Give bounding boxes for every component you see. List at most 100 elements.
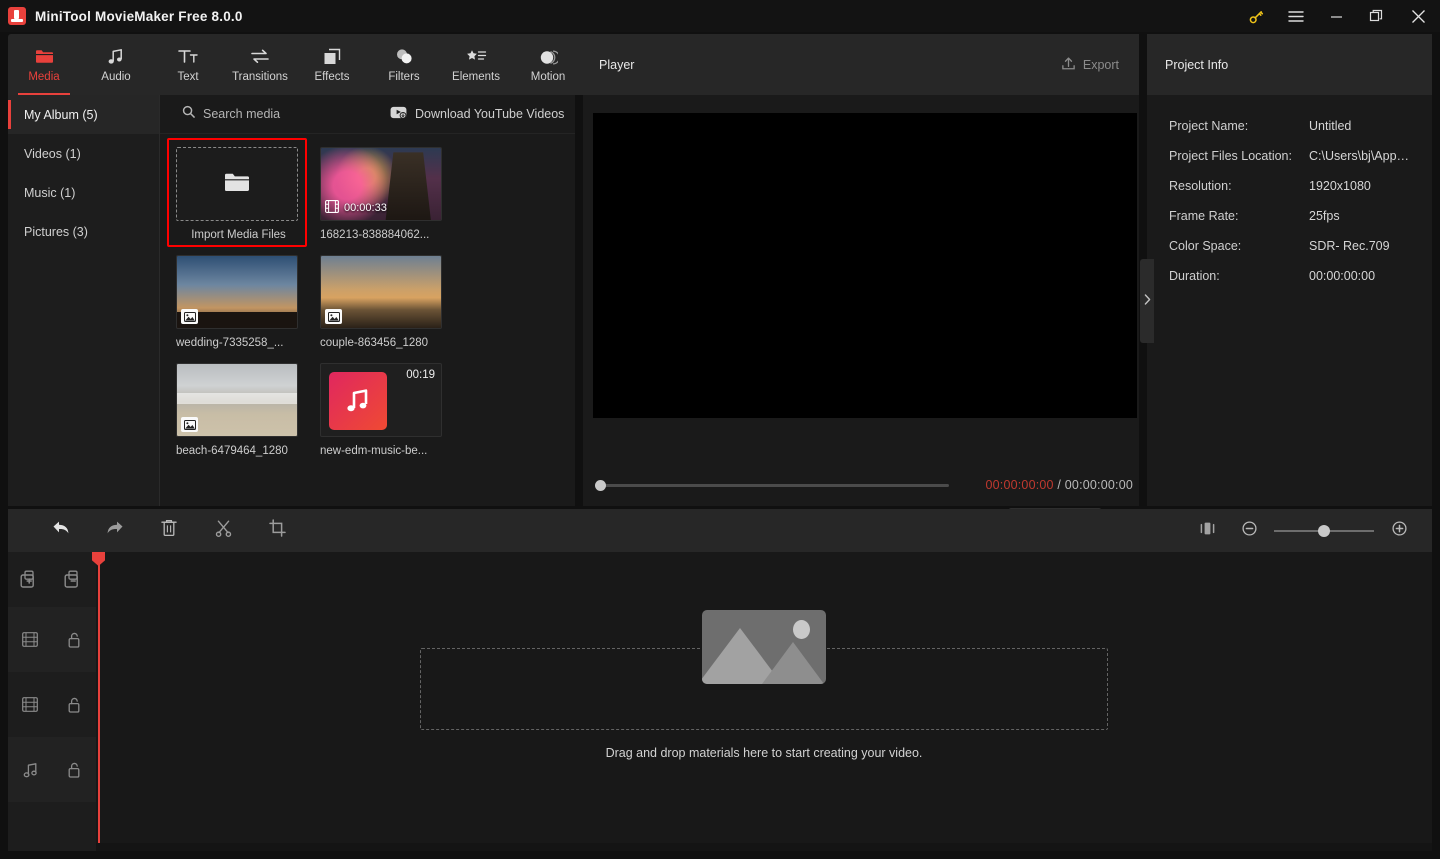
delete-button[interactable] — [142, 509, 196, 552]
effects-squares-icon — [323, 47, 341, 67]
tab-text[interactable]: Text — [152, 34, 224, 95]
zoom-out-button[interactable] — [1234, 509, 1264, 552]
media-item[interactable]: 00:00:33 168213-838884062... — [320, 147, 460, 241]
search-input[interactable] — [203, 107, 373, 121]
panel-collapse-handle[interactable] — [1140, 259, 1154, 343]
media-thumbnail-grid: Import Media Files 00:00:33 168213-83888 — [160, 134, 575, 506]
export-upload-icon — [1061, 56, 1076, 74]
video-duration-badge: 00:00:33 — [325, 200, 387, 216]
timeline-horizontal-scrollbar[interactable] — [96, 843, 1432, 851]
menu-icon[interactable] — [1276, 0, 1316, 32]
album-item-my-album[interactable]: My Album (5) — [8, 95, 159, 134]
unlock-icon[interactable] — [52, 762, 96, 778]
info-key: Resolution: — [1169, 179, 1232, 193]
tab-audio[interactable]: Audio — [80, 34, 152, 95]
progress-knob[interactable] — [595, 480, 606, 491]
tab-label: Media — [28, 70, 60, 83]
tab-label: Elements — [452, 70, 500, 83]
info-row: Project Name: Untitled — [1169, 111, 1432, 141]
tab-filters[interactable]: Filters — [368, 34, 440, 95]
unlock-icon[interactable] — [52, 697, 96, 713]
placeholder-sun — [793, 620, 810, 639]
import-media-cell[interactable]: Import Media Files — [167, 138, 316, 247]
media-thumbnail[interactable] — [320, 255, 442, 329]
film-strip-icon[interactable] — [8, 632, 52, 647]
track-header-controls — [8, 552, 96, 607]
tab-label: Filters — [388, 70, 420, 83]
tab-effects[interactable]: Effects — [296, 34, 368, 95]
undo-button[interactable] — [34, 509, 88, 552]
placeholder-mountain-right — [762, 642, 824, 684]
key-icon[interactable] — [1236, 0, 1276, 32]
media-thumbnail[interactable] — [176, 255, 298, 329]
timeline: Drag and drop materials here to start cr… — [8, 552, 1432, 851]
export-button[interactable]: Export — [1053, 51, 1127, 79]
export-label: Export — [1082, 57, 1119, 72]
filters-circles-icon — [395, 47, 414, 67]
media-thumbnail[interactable]: 00:19 — [320, 363, 442, 437]
add-track-icon[interactable] — [8, 570, 52, 590]
folder-import-icon — [224, 171, 250, 198]
audio-duration-badge: 00:19 — [406, 369, 435, 381]
chevron-right-icon — [1144, 294, 1151, 308]
import-drop-box[interactable] — [176, 147, 298, 221]
unlock-icon[interactable] — [52, 632, 96, 648]
zoom-knob[interactable] — [1318, 524, 1330, 537]
project-info-header: Project Info — [1147, 34, 1432, 95]
maximize-icon[interactable] — [1356, 0, 1396, 32]
redo-button[interactable] — [88, 509, 142, 552]
time-separator: / — [1057, 478, 1062, 492]
transitions-arrows-icon — [250, 47, 270, 67]
tab-label: Text — [177, 70, 199, 83]
album-item-pictures[interactable]: Pictures (3) — [8, 212, 159, 251]
download-youtube-label: Download YouTube Videos — [415, 107, 565, 121]
media-item-name: wedding-7335258_... — [176, 337, 284, 349]
media-thumbnail[interactable]: 00:00:33 — [320, 147, 442, 221]
tab-label: Audio — [101, 70, 131, 83]
timeline-drop-area[interactable]: Drag and drop materials here to start cr… — [96, 552, 1432, 851]
info-row: Resolution: 1920x1080 — [1169, 171, 1432, 201]
title-bar: MiniTool MovieMaker Free 8.0.0 — [0, 0, 1440, 32]
crop-button[interactable] — [250, 509, 304, 552]
video-preview-stage[interactable] — [593, 113, 1137, 418]
download-youtube-button[interactable]: Download YouTube Videos — [390, 106, 564, 122]
album-item-music[interactable]: Music (1) — [8, 173, 159, 212]
search-box[interactable] — [160, 105, 390, 123]
close-icon[interactable] — [1396, 0, 1440, 32]
media-item[interactable]: wedding-7335258_... — [176, 255, 316, 349]
info-key: Duration: — [1169, 269, 1220, 283]
media-thumbnail[interactable] — [176, 363, 298, 437]
zoom-in-button[interactable] — [1384, 509, 1414, 552]
tab-motion[interactable]: Motion — [512, 34, 584, 95]
film-strip-icon — [325, 200, 339, 216]
tab-media[interactable]: Media — [8, 34, 80, 95]
film-strip-icon[interactable] — [8, 697, 52, 712]
info-key: Project Files Location: — [1169, 149, 1292, 163]
album-label: Videos (1) — [24, 146, 81, 161]
player-timecode: 00:00:00:00 / 00:00:00:00 — [985, 478, 1133, 492]
tab-transitions[interactable]: Transitions — [224, 34, 296, 95]
image-placeholder-icon — [702, 610, 826, 684]
info-row: Duration: 00:00:00:00 — [1169, 261, 1432, 291]
drop-hint-text: Drag and drop materials here to start cr… — [605, 746, 923, 760]
motion-sphere-icon — [539, 47, 558, 67]
player-progress-slider[interactable] — [595, 478, 949, 494]
media-item[interactable]: beach-6479464_1280 — [176, 363, 316, 457]
media-content: Download YouTube Videos Import Media Fil… — [160, 95, 575, 506]
minimize-icon[interactable] — [1316, 0, 1356, 32]
info-value: 25fps — [1309, 209, 1340, 223]
tab-elements[interactable]: Elements — [440, 34, 512, 95]
remove-track-icon[interactable] — [52, 570, 96, 590]
music-note-icon — [329, 372, 387, 430]
media-item[interactable]: 00:19 new-edm-music-be... — [320, 363, 460, 457]
album-item-videos[interactable]: Videos (1) — [8, 134, 159, 173]
media-item[interactable]: couple-863456_1280 — [320, 255, 460, 349]
music-note-icon[interactable] — [8, 762, 52, 778]
album-label: Music (1) — [24, 185, 76, 200]
picture-icon — [325, 309, 342, 324]
timeline-zoom-slider[interactable] — [1274, 522, 1374, 540]
music-note-icon — [107, 47, 125, 67]
split-button[interactable] — [196, 509, 250, 552]
player-title: Player — [599, 57, 635, 72]
fit-timeline-button[interactable] — [1180, 509, 1234, 552]
